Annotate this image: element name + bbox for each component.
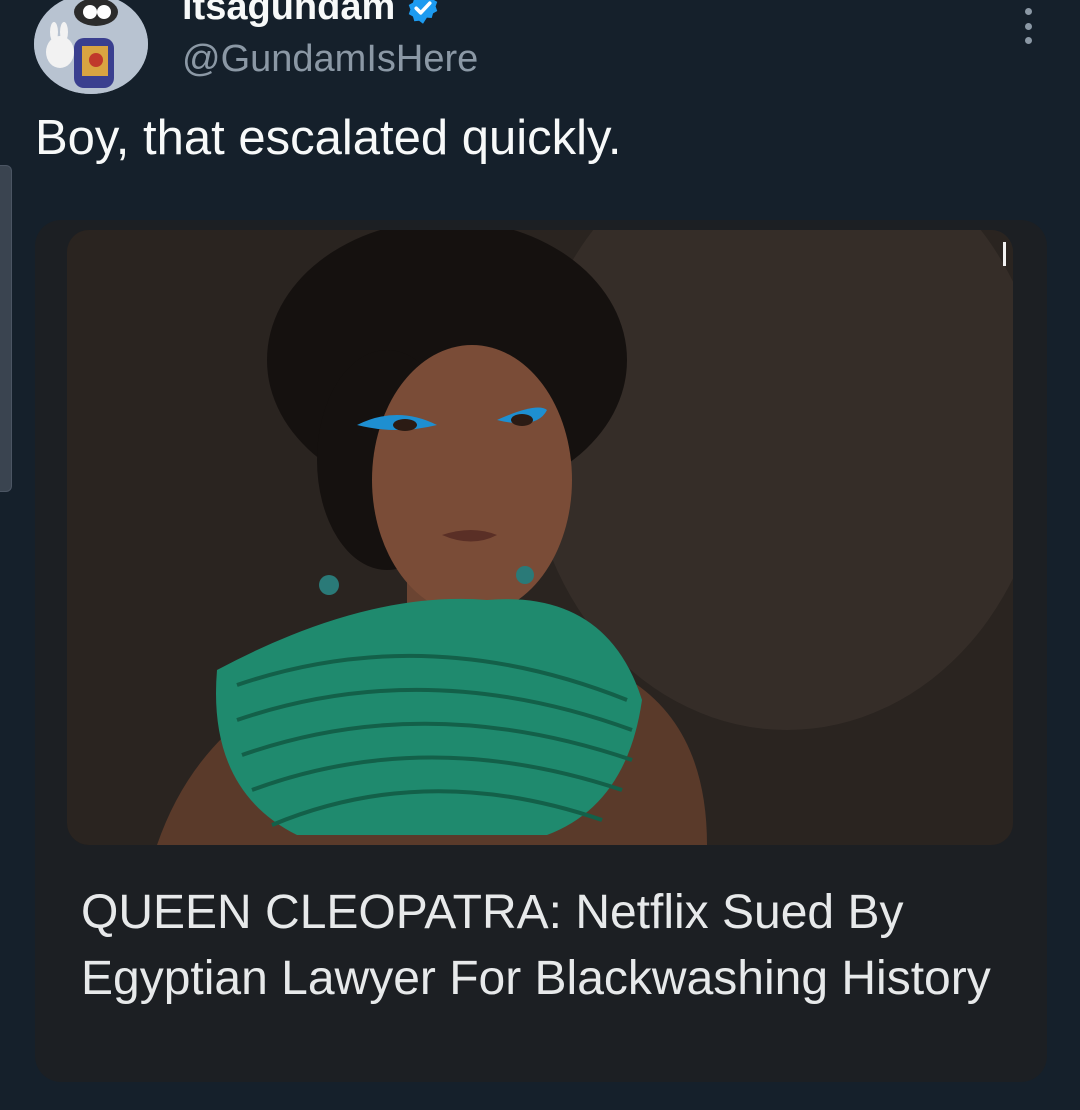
avatar-illustration bbox=[34, 0, 148, 94]
scrollbar-thumb[interactable] bbox=[0, 165, 12, 492]
tweet-text: Boy, that escalated quickly. bbox=[35, 111, 622, 165]
verified-badge-icon bbox=[409, 0, 438, 24]
more-options-icon[interactable] bbox=[1020, 8, 1036, 44]
card-headline[interactable]: QUEEN CLEOPATRA: Netflix Sued By Egyptia… bbox=[81, 880, 1021, 1012]
display-name-text: itsagundam bbox=[182, 0, 396, 28]
display-name[interactable]: itsagundam bbox=[182, 0, 441, 29]
user-handle[interactable]: @GundamIsHere bbox=[182, 38, 478, 81]
link-card[interactable]: QUEEN CLEOPATRA: Netflix Sued By Egyptia… bbox=[35, 220, 1047, 1082]
card-image[interactable] bbox=[67, 230, 1013, 845]
portrait-photo bbox=[67, 230, 1013, 845]
avatar[interactable] bbox=[34, 0, 148, 94]
